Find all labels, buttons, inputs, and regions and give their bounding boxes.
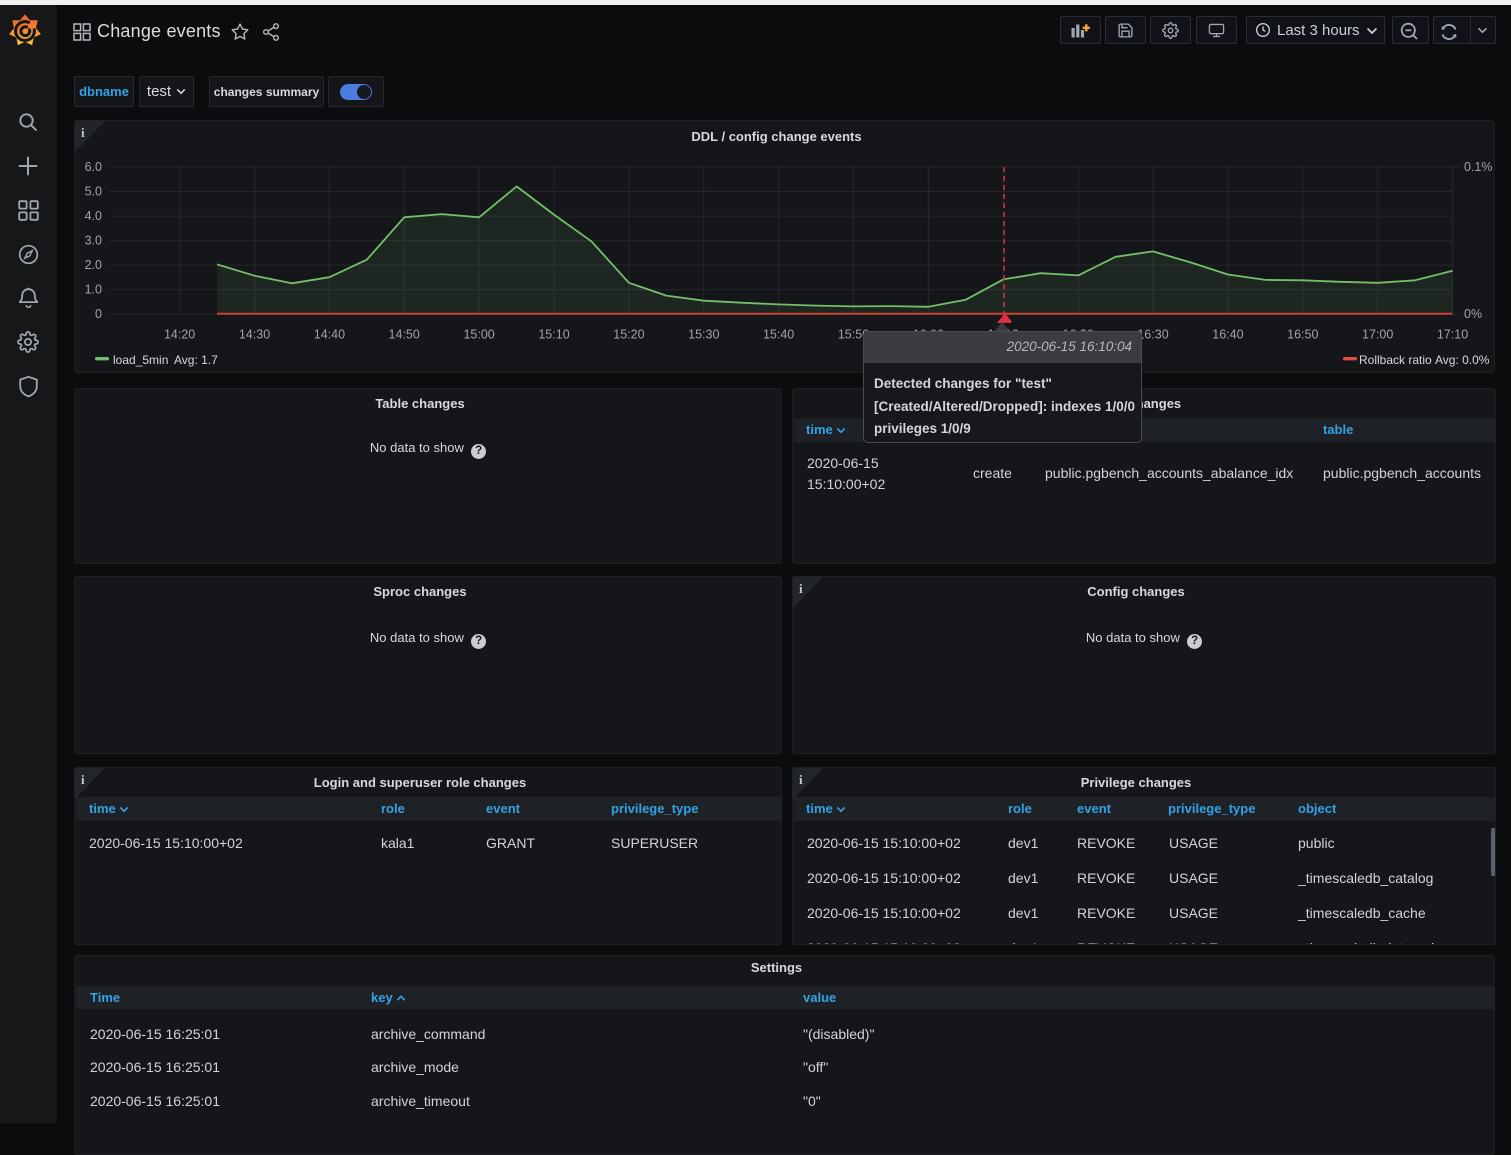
svg-text:0.1%: 0.1% xyxy=(1464,160,1493,174)
svg-text:14:40: 14:40 xyxy=(314,328,345,342)
svg-text:1.0: 1.0 xyxy=(85,283,102,297)
svg-text:6.0: 6.0 xyxy=(85,160,102,174)
svg-text:14:20: 14:20 xyxy=(164,328,195,342)
svg-text:15:10: 15:10 xyxy=(538,328,569,342)
svg-text:14:50: 14:50 xyxy=(389,328,420,342)
svg-text:Avg: 1.7: Avg: 1.7 xyxy=(174,353,218,367)
svg-text:3.0: 3.0 xyxy=(85,234,102,248)
svg-text:Rollback ratio: Rollback ratio xyxy=(1359,353,1432,367)
svg-text:16:50: 16:50 xyxy=(1287,328,1318,342)
svg-text:4.0: 4.0 xyxy=(85,209,102,223)
svg-text:17:10: 17:10 xyxy=(1437,328,1468,342)
svg-text:16:40: 16:40 xyxy=(1212,328,1243,342)
svg-text:0: 0 xyxy=(95,307,102,321)
svg-text:0%: 0% xyxy=(1464,307,1482,321)
svg-text:15:40: 15:40 xyxy=(763,328,794,342)
svg-text:5.0: 5.0 xyxy=(85,185,102,199)
svg-text:14:30: 14:30 xyxy=(239,328,270,342)
svg-text:16:30: 16:30 xyxy=(1137,328,1168,342)
svg-text:15:00: 15:00 xyxy=(463,328,494,342)
svg-text:15:20: 15:20 xyxy=(613,328,644,342)
svg-text:Avg: 0.0%: Avg: 0.0% xyxy=(1435,353,1490,367)
svg-text:load_5min: load_5min xyxy=(113,353,168,367)
svg-text:15:30: 15:30 xyxy=(688,328,719,342)
svg-text:17:00: 17:00 xyxy=(1362,328,1393,342)
svg-text:2.0: 2.0 xyxy=(85,258,102,272)
